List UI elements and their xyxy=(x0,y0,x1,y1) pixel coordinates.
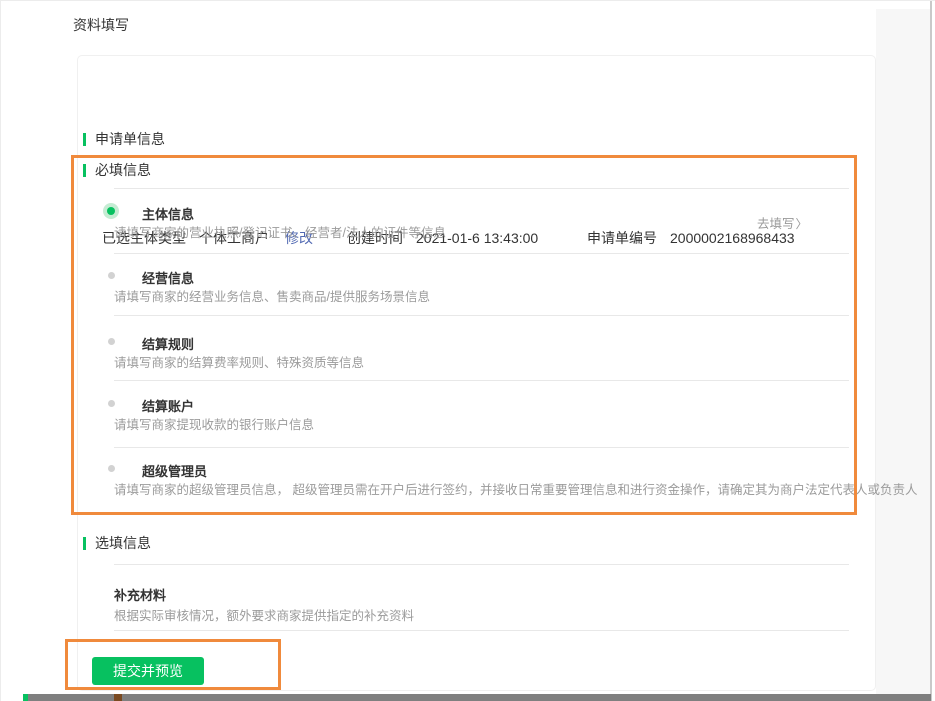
required-item-desc: 请填写商家的经营业务信息、售卖商品/提供服务场景信息 xyxy=(114,290,430,304)
required-item-desc: 请填写商家的超级管理员信息， 超级管理员需在开户后进行签约，并接收日常重要管理信… xyxy=(114,483,918,497)
chevron-right-icon: 〉 xyxy=(795,217,808,231)
required-item-desc: 请填写商家提现收款的银行账户信息 xyxy=(114,418,315,432)
optional-item-desc: 根据实际审核情况，额外要求商家提供指定的补充资料 xyxy=(114,609,415,623)
bottom-window-strip xyxy=(23,694,931,701)
divider xyxy=(114,253,849,254)
required-item-desc: 请填写商家的结算费率规则、特殊资质等信息 xyxy=(114,356,365,370)
divider xyxy=(114,564,849,565)
go-fill-label: 去填写 xyxy=(757,217,795,231)
right-gutter xyxy=(876,9,931,701)
required-item-desc: 请填写商家的营业执照/登记证书、经营者/法人的证件等信息 xyxy=(114,226,446,240)
section-required-info: 必填信息 xyxy=(83,162,151,178)
section-title: 申请单信息 xyxy=(95,131,165,147)
divider xyxy=(114,630,849,631)
section-accent-bar xyxy=(83,163,86,177)
application-no-label: 申请单编号 xyxy=(587,230,657,246)
required-item-title: 经营信息 xyxy=(142,271,195,286)
page-title: 资料填写 xyxy=(73,17,129,33)
optional-item-title: 补充材料 xyxy=(114,588,167,603)
radio-unselected-icon xyxy=(108,400,115,407)
application-no-value: 2000002168968433 xyxy=(670,230,795,246)
required-item-title: 超级管理员 xyxy=(142,464,208,479)
radio-unselected-icon xyxy=(108,272,115,279)
submit-preview-button[interactable]: 提交并预览 xyxy=(92,657,204,685)
bottom-strip-notch xyxy=(114,694,122,701)
radio-unselected-icon xyxy=(108,465,115,472)
required-item-title: 结算规则 xyxy=(142,337,195,352)
section-title: 选填信息 xyxy=(95,535,151,551)
radio-unselected-icon xyxy=(108,338,115,345)
right-edge-line xyxy=(930,1,932,701)
section-accent-bar xyxy=(83,536,86,550)
divider xyxy=(114,188,849,189)
required-item-title: 结算账户 xyxy=(142,399,195,414)
go-fill-link[interactable]: 去填写〉 xyxy=(757,213,808,232)
section-application-info: 申请单信息 xyxy=(83,131,165,147)
form-card: 申请单信息 已选主体类型 个体工商户 修改 创建时间 2021-01-6 13:… xyxy=(77,55,917,691)
divider xyxy=(114,315,849,316)
radio-selected-icon xyxy=(103,203,119,219)
bottom-strip-green-sliver xyxy=(23,694,28,701)
form-fill-page: 资料填写 申请单信息 已选主体类型 个体工商户 修改 创建时间 2021-01-… xyxy=(0,0,935,701)
section-title: 必填信息 xyxy=(95,162,151,178)
required-item-title: 主体信息 xyxy=(142,207,195,222)
divider xyxy=(114,447,849,448)
section-accent-bar xyxy=(83,132,86,146)
section-optional-info: 选填信息 xyxy=(83,535,151,551)
divider xyxy=(114,380,849,381)
